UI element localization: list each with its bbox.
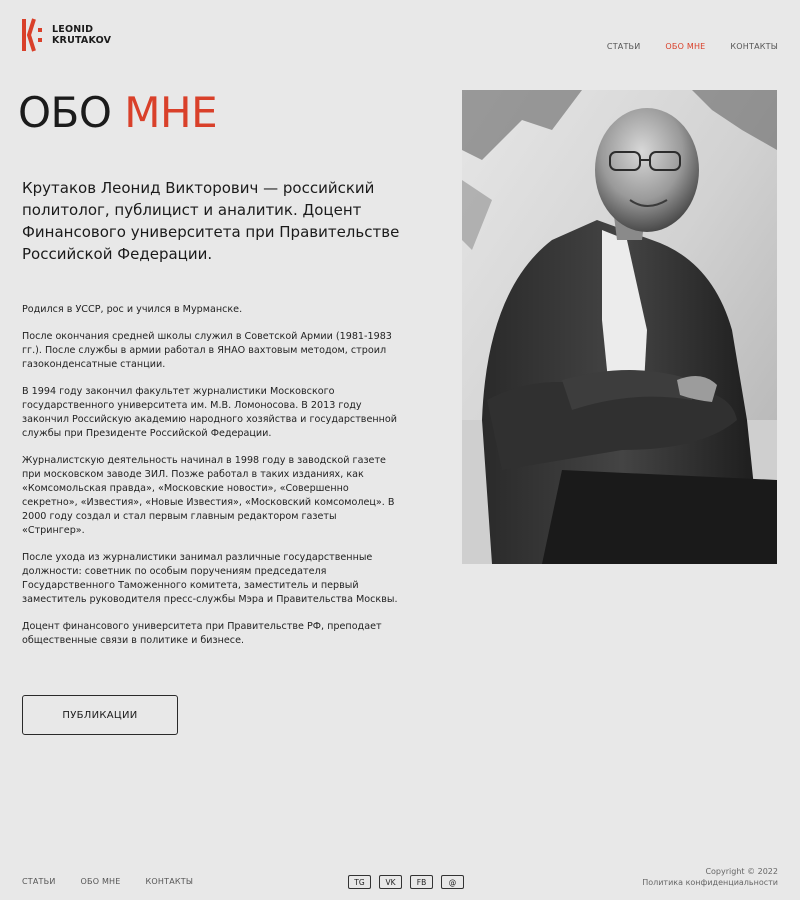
logo-link[interactable]: LEONID KRUTAKOV <box>22 18 111 52</box>
footer-nav-about[interactable]: ОБО МНЕ <box>81 877 121 886</box>
logo-text: LEONID KRUTAKOV <box>52 24 111 46</box>
nav-item-contacts[interactable]: КОНТАКТЫ <box>730 42 778 51</box>
copyright-text: Copyright © 2022 <box>705 867 778 876</box>
logo-line-2: KRUTAKOV <box>52 35 112 46</box>
logo-mark-icon <box>22 18 42 52</box>
email-link[interactable]: @ <box>441 875 464 889</box>
telegram-link[interactable]: TG <box>348 875 371 889</box>
page-title-main: ОБО <box>18 88 125 137</box>
main-nav: СТАТЬИ ОБО МНЕ КОНТАКТЫ <box>607 42 778 51</box>
page-title: ОБО МНЕ <box>18 88 218 137</box>
lead-paragraph: Крутаков Леонид Викторович — российский … <box>22 179 400 263</box>
footer-legal: Copyright © 2022 Политика конфиденциальн… <box>642 866 778 888</box>
logo-line-1: LEONID <box>52 24 94 35</box>
bio-paragraph: После ухода из журналистики занимал разл… <box>22 552 398 605</box>
footer-nav-contacts[interactable]: КОНТАКТЫ <box>146 877 194 886</box>
publications-button[interactable]: ПУБЛИКАЦИИ <box>22 695 178 735</box>
bio-paragraph: Родился в УССР, рос и учился в Мурманске… <box>22 304 243 315</box>
bio-paragraph: После окончания средней школы служил в С… <box>22 331 392 370</box>
facebook-link[interactable]: FB <box>410 875 433 889</box>
bio-paragraph: Журналистскую деятельность начинал в 199… <box>22 455 395 536</box>
portrait-photo <box>462 90 777 564</box>
nav-item-about[interactable]: ОБО МНЕ <box>665 42 705 51</box>
bio-text: Родился в УССР, рос и учился в Мурманске… <box>22 303 402 661</box>
footer-nav: СТАТЬИ ОБО МНЕ КОНТАКТЫ <box>22 877 193 886</box>
bio-paragraph: В 1994 году закончил факультет журналист… <box>22 386 397 439</box>
social-links: TG VK FB @ <box>348 875 464 889</box>
nav-item-articles[interactable]: СТАТЬИ <box>607 42 641 51</box>
bio-paragraph: Доцент финансового университета при Прав… <box>22 621 382 646</box>
footer-nav-articles[interactable]: СТАТЬИ <box>22 877 56 886</box>
vk-link[interactable]: VK <box>379 875 402 889</box>
privacy-policy-link[interactable]: Политика конфиденциальности <box>642 877 778 888</box>
page-title-accent: МНЕ <box>124 88 218 137</box>
portrait-image <box>462 90 777 564</box>
